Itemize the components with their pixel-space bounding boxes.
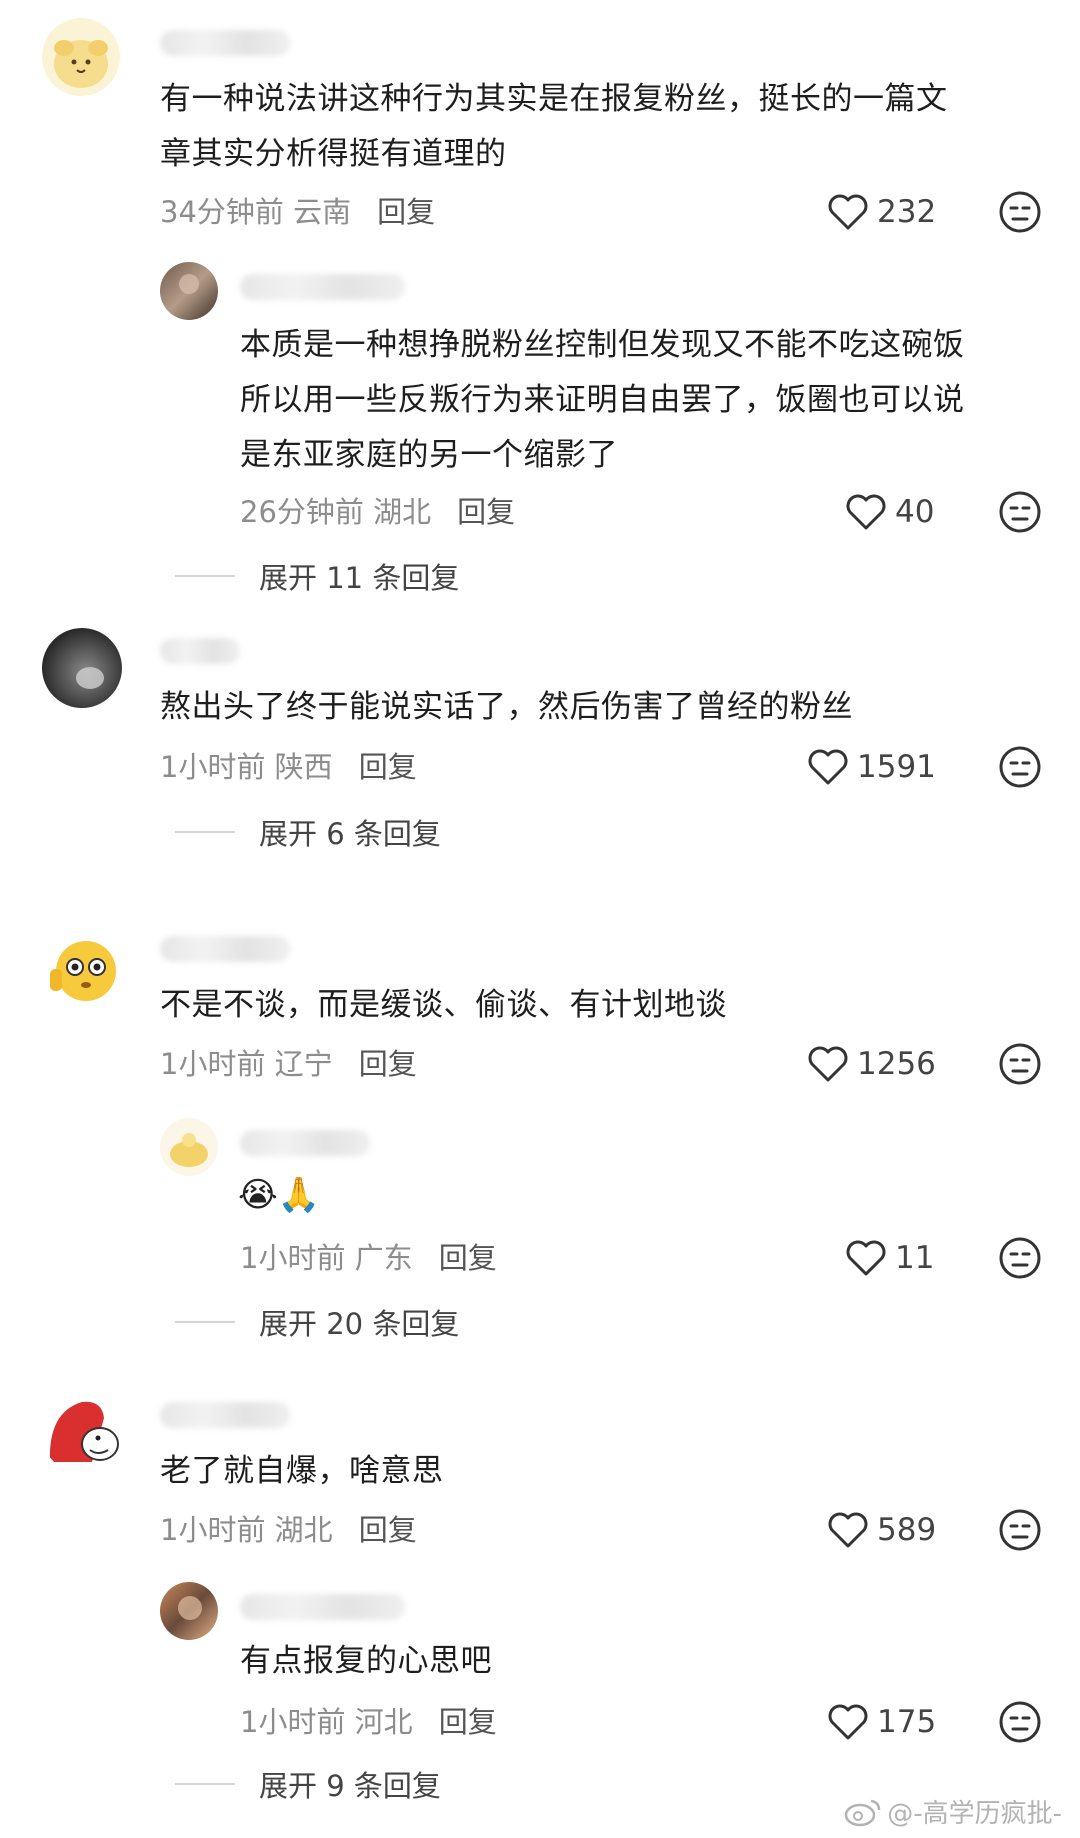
unamused-face-icon[interactable] [998, 1508, 1042, 1552]
like-button[interactable]: 11 [845, 1236, 934, 1280]
heart-outline-icon [846, 494, 886, 530]
comment-text: 有点报复的心思吧 [240, 1643, 492, 1679]
reply-button[interactable]: 回复 [377, 189, 435, 231]
heart-outline-icon [808, 1046, 848, 1082]
unamused-face-icon[interactable] [998, 490, 1042, 534]
comment-location: 云南 [293, 195, 352, 229]
unamused-face-icon[interactable] [998, 1700, 1042, 1744]
photo-avatar-icon [179, 274, 199, 294]
expand-label: 展开 20 条回复 [259, 1307, 460, 1341]
reply-button[interactable]: 回复 [439, 1699, 497, 1741]
like-button[interactable]: 1256 [807, 1042, 936, 1086]
emoji-face-avatar-icon [50, 941, 116, 1001]
username-blurred [240, 1594, 405, 1620]
comment-location: 辽宁 [274, 1047, 333, 1081]
avatar[interactable] [42, 628, 122, 708]
comment-time: 34分钟前 [160, 195, 284, 229]
like-count: 232 [877, 194, 937, 230]
username-blurred [160, 1402, 290, 1428]
unamused-face-icon[interactable] [998, 745, 1042, 789]
expand-replies-button[interactable]: 展开 9 条回复 [175, 1764, 441, 1804]
expand-divider [175, 1321, 235, 1323]
expand-divider [175, 1783, 235, 1785]
comment-location: 湖北 [274, 1513, 333, 1547]
like-button[interactable]: 589 [827, 1508, 936, 1552]
heart-outline-icon [828, 1704, 868, 1740]
comment-meta: 1小时前 辽宁 回复 [160, 1042, 417, 1082]
reply-button[interactable]: 回复 [457, 489, 515, 531]
heart-outline-icon [828, 1512, 868, 1548]
avatar[interactable] [160, 1118, 218, 1176]
red-hood-cartoon-avatar-icon [49, 1401, 119, 1462]
reply-button[interactable]: 回复 [359, 1507, 417, 1549]
comment-text: 本质是一种想挣脱粉丝控制但发现又不能不吃这碗饭 所以用一些反叛行为来证明自由罢了… [240, 327, 965, 473]
username-blurred [160, 936, 290, 962]
unamused-face-icon[interactable] [998, 1042, 1042, 1086]
blurred-photo-avatar-icon [178, 1596, 202, 1620]
comment-time: 26分钟前 [240, 495, 364, 529]
comment-meta: 1小时前 湖北 回复 [160, 1508, 417, 1548]
like-button[interactable]: 175 [827, 1700, 936, 1744]
avatar[interactable] [42, 925, 124, 1007]
comment-meta: 1小时前 陕西 回复 [160, 745, 417, 785]
watermark: @-高学历疯批- [843, 1793, 1062, 1830]
comment-text: 熬出头了终于能说实话了，然后伤害了曾经的粉丝 [160, 689, 853, 725]
comment-meta: 1小时前 河北 回复 [240, 1700, 497, 1740]
comment-location: 河北 [354, 1705, 413, 1739]
avatar[interactable] [160, 1582, 218, 1640]
reply-button[interactable]: 回复 [359, 1041, 417, 1083]
username-blurred [240, 1130, 370, 1156]
emoji-reply: 😭🙏 [238, 1175, 321, 1215]
avatar[interactable] [160, 262, 218, 320]
username-blurred [160, 30, 290, 56]
unamused-face-icon[interactable] [998, 190, 1042, 234]
comment-location: 湖北 [373, 495, 432, 529]
comment-time: 1小时前 [240, 1705, 346, 1739]
like-button[interactable]: 40 [845, 490, 934, 534]
comment-location: 广东 [354, 1241, 413, 1275]
expand-replies-button[interactable]: 展开 11 条回复 [175, 556, 459, 596]
yellow-chick-avatar-icon [170, 1133, 208, 1167]
reply-button[interactable]: 回复 [439, 1235, 497, 1277]
username-blurred [160, 638, 240, 664]
comment-time: 1小时前 [160, 750, 266, 784]
expand-label: 展开 9 条回复 [259, 1769, 441, 1803]
heart-outline-icon [846, 1240, 886, 1276]
comment-time: 1小时前 [160, 1513, 266, 1547]
like-count: 40 [895, 494, 935, 530]
unamused-face-icon[interactable] [998, 1236, 1042, 1280]
comment-meta: 1小时前 广东 回复 [240, 1236, 497, 1276]
expand-replies-button[interactable]: 展开 6 条回复 [175, 812, 441, 852]
expand-label: 展开 6 条回复 [259, 817, 441, 851]
expand-divider [175, 831, 235, 833]
comment-meta: 26分钟前 湖北 回复 [240, 490, 515, 530]
heart-outline-icon [808, 749, 848, 785]
expand-replies-button[interactable]: 展开 20 条回复 [175, 1302, 459, 1342]
watermark-text: @-高学历疯批- [887, 1799, 1062, 1829]
expand-divider [175, 575, 235, 577]
like-button[interactable]: 232 [827, 190, 936, 234]
pudding-dog-avatar-icon [54, 40, 108, 88]
like-count: 1256 [857, 1046, 936, 1082]
comment-time: 1小时前 [240, 1241, 346, 1275]
expand-label: 展开 11 条回复 [259, 561, 460, 595]
comment-text: 不是不谈，而是缓谈、偷谈、有计划地谈 [160, 987, 727, 1023]
like-count: 1591 [857, 749, 936, 785]
like-count: 175 [877, 1704, 937, 1740]
like-count: 589 [877, 1512, 937, 1548]
heart-outline-icon [828, 194, 868, 230]
dark-photo-avatar-icon [76, 667, 104, 689]
avatar[interactable] [42, 1392, 124, 1474]
username-blurred [240, 274, 405, 300]
reply-button[interactable]: 回复 [359, 744, 417, 786]
avatar[interactable] [42, 18, 120, 96]
comment-meta: 34分钟前 云南 回复 [160, 190, 435, 230]
comment-text: 有一种说法讲这种行为其实是在报复粉丝，挺长的一篇文 章其实分析得挺有道理的 [160, 81, 948, 172]
like-count: 11 [895, 1240, 935, 1276]
like-button[interactable]: 1591 [807, 745, 936, 789]
comment-text: 老了就自爆，啥意思 [160, 1453, 444, 1489]
weibo-logo-icon [844, 1799, 881, 1826]
comment-location: 陕西 [274, 750, 333, 784]
comment-time: 1小时前 [160, 1047, 266, 1081]
